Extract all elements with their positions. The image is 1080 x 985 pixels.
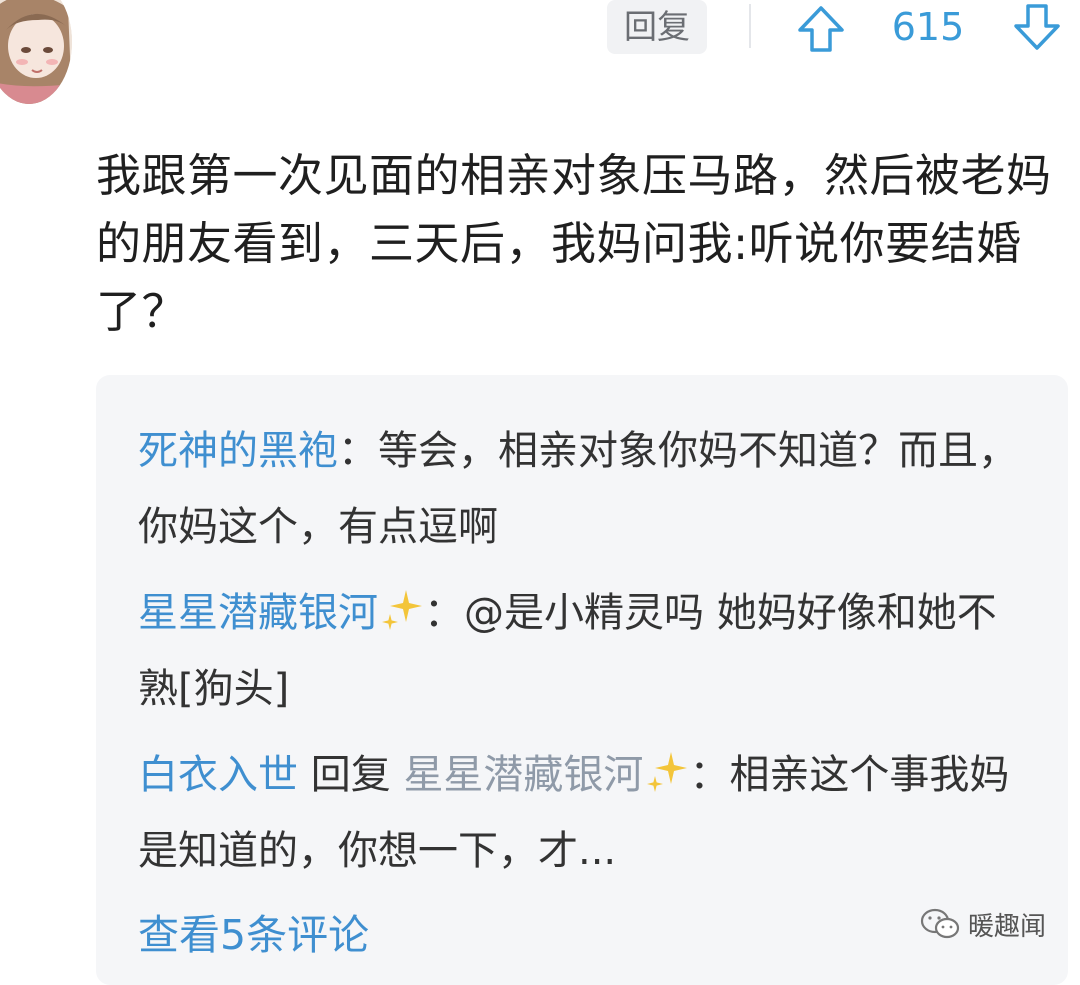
reply-user-name[interactable]: 白衣入世: [138, 752, 298, 798]
wechat-icon: [920, 908, 960, 939]
reply-target-name[interactable]: 星星潜藏银河: [403, 752, 643, 798]
upvote-arrow-icon[interactable]: [796, 4, 846, 54]
watermark: 暖趣闻: [920, 902, 1070, 946]
avatar[interactable]: [0, 0, 72, 104]
vote-count: 615: [891, 5, 965, 49]
reply-user-name[interactable]: 死神的黑袍: [138, 428, 338, 474]
reply-item[interactable]: 死神的黑袍：等会，相亲对象你妈不知道？而且，你妈这个，有点逗啊: [138, 413, 1018, 565]
watermark-text: 暖趣闻: [968, 911, 1047, 942]
comment-text: 我跟第一次见面的相亲对象压马路，然后被老妈的朋友看到，三天后，我妈问我:听说你要…: [96, 149, 1052, 338]
reply-to-label: 回复: [310, 752, 391, 798]
reply-separator: ：: [424, 590, 464, 636]
view-more-comments-link[interactable]: 查看5条评论: [138, 897, 369, 973]
reply-item[interactable]: 白衣入世 回复 星星潜藏银河 ：相亲这个事我妈是知道的，你想一下，才...: [138, 737, 1018, 889]
reply-user-name[interactable]: 星星潜藏银河: [138, 590, 378, 636]
replies-panel: 死神的黑袍：等会，相亲对象你妈不知道？而且，你妈这个，有点逗啊 星星潜藏银河 ：…: [96, 375, 1068, 985]
divider: [749, 4, 751, 48]
reply-button[interactable]: 回复: [607, 0, 707, 54]
reply-item[interactable]: 星星潜藏银河 ：@是小精灵吗 她妈好像和她不熟[狗头]: [138, 575, 1018, 727]
reply-separator: ：: [338, 428, 378, 474]
sparkle-icon: [647, 752, 688, 792]
downvote-arrow-icon[interactable]: [1012, 2, 1062, 52]
reply-separator: ：: [689, 752, 730, 798]
sparkle-icon: [382, 590, 422, 630]
